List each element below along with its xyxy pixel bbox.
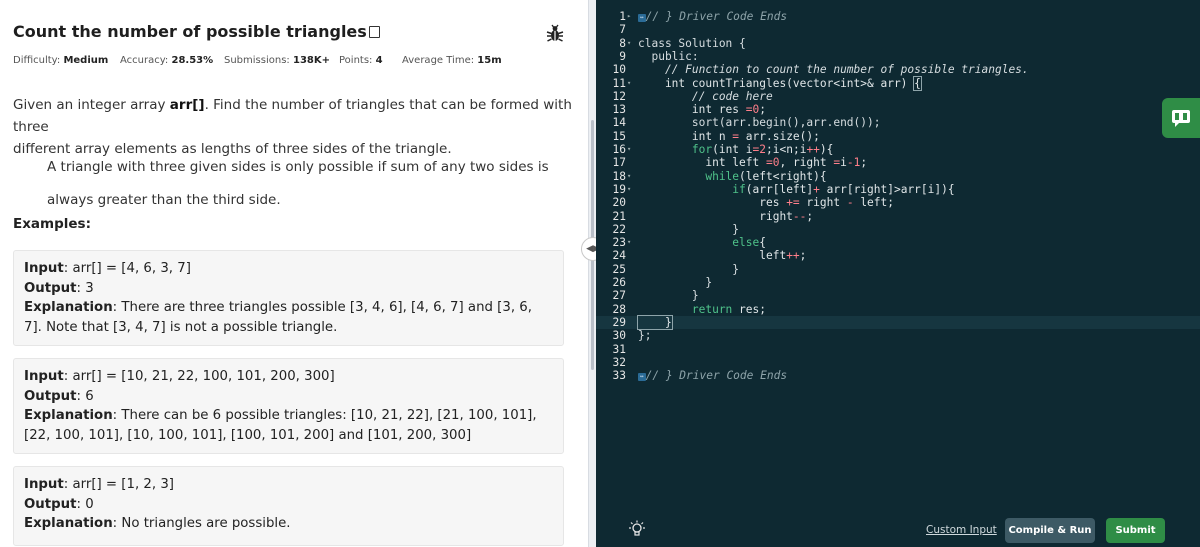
fold-marker-icon: ↔ (638, 373, 646, 382)
code-line[interactable]: 1 ▸ ↔// } Driver Code Ends (596, 10, 1200, 23)
code-line[interactable]: 25 } (596, 263, 1200, 276)
bookmark-icon[interactable] (368, 26, 380, 38)
code-line[interactable]: 22 } (596, 223, 1200, 236)
example-1: Input: arr[] = [4, 6, 3, 7] Output: 3 Ex… (13, 250, 564, 346)
custom-input-link[interactable]: Custom Input (926, 524, 997, 536)
code-line[interactable]: 30}; (596, 329, 1200, 342)
problem-panel: Count the number of possible triangles D… (0, 0, 588, 547)
stat-average-time: Average Time: 15m (402, 55, 502, 66)
code-line[interactable]: 26 } (596, 276, 1200, 289)
examples-heading: Examples: (13, 216, 91, 232)
stat-difficulty: Difficulty: Medium (13, 55, 109, 66)
code-line[interactable]: 23 ▾ else{ (596, 236, 1200, 249)
bug-report-icon[interactable] (545, 24, 565, 44)
code-line[interactable]: 17 int left =0, right =i-1; (596, 156, 1200, 169)
panel-divider[interactable]: ◀▶ (581, 0, 605, 547)
example-3: Input: arr[] = [1, 2, 3] Output: 0 Expla… (13, 466, 564, 546)
compile-run-button[interactable]: Compile & Run (1005, 518, 1095, 543)
code-line[interactable]: 16 ▾ for(int i=2;i<n;i++){ (596, 143, 1200, 156)
code-line[interactable]: 18 ▾ while(left<right){ (596, 170, 1200, 183)
problem-constraint-note: A triangle with three given sides is onl… (47, 159, 549, 208)
gfg-logo-icon[interactable] (1162, 98, 1200, 138)
stat-points: Points: 4 (339, 55, 383, 66)
code-line[interactable]: 11 ▾ int countTriangles(vector<int>& arr)… (596, 75, 1200, 91)
code-line[interactable]: 7 (596, 23, 1200, 36)
example-2: Input: arr[] = [10, 21, 22, 100, 101, 20… (13, 358, 564, 454)
code-line[interactable]: 9 public: (596, 50, 1200, 63)
code-line[interactable]: 31 (596, 343, 1200, 356)
code-line[interactable]: 19 ▾ if(arr[left]+ arr[right]>arr[i]){ (596, 183, 1200, 196)
code-line[interactable]: 20 res += right - left; (596, 196, 1200, 209)
code-line[interactable]: 12 // code here (596, 90, 1200, 103)
fold-marker-icon: ↔ (638, 14, 646, 22)
code-line[interactable]: 10 // Function to count the number of po… (596, 63, 1200, 76)
code-line[interactable]: 8 ▾ class Solution { (596, 37, 1200, 50)
code-line[interactable]: 13 int res =0; (596, 103, 1200, 116)
submit-button[interactable]: Submit (1106, 518, 1165, 543)
code-line-active[interactable]: 29 } (596, 314, 1200, 330)
code-line[interactable]: 32 (596, 356, 1200, 369)
code-line[interactable]: 14 sort(arr.begin(),arr.end()); (596, 116, 1200, 129)
code-line[interactable]: 21 right--; (596, 210, 1200, 223)
code-line[interactable]: 28 return res; (596, 303, 1200, 316)
code-line[interactable]: 33 ↔// } Driver Code Ends (596, 369, 1200, 382)
code-editor[interactable]: 1 ▸ ↔// } Driver Code Ends 7 8 ▾ class Solut… (596, 0, 1200, 547)
code-line[interactable]: 24 left++; (596, 249, 1200, 262)
lightbulb-icon[interactable] (628, 520, 646, 538)
problem-title: Count the number of possible triangles (13, 22, 380, 41)
stat-accuracy: Accuracy: 28.53% (120, 55, 214, 66)
code-line[interactable]: 15 int n = arr.size(); (596, 130, 1200, 143)
stat-submissions: Submissions: 138K+ (224, 55, 330, 66)
code-line[interactable]: 27 } (596, 289, 1200, 302)
